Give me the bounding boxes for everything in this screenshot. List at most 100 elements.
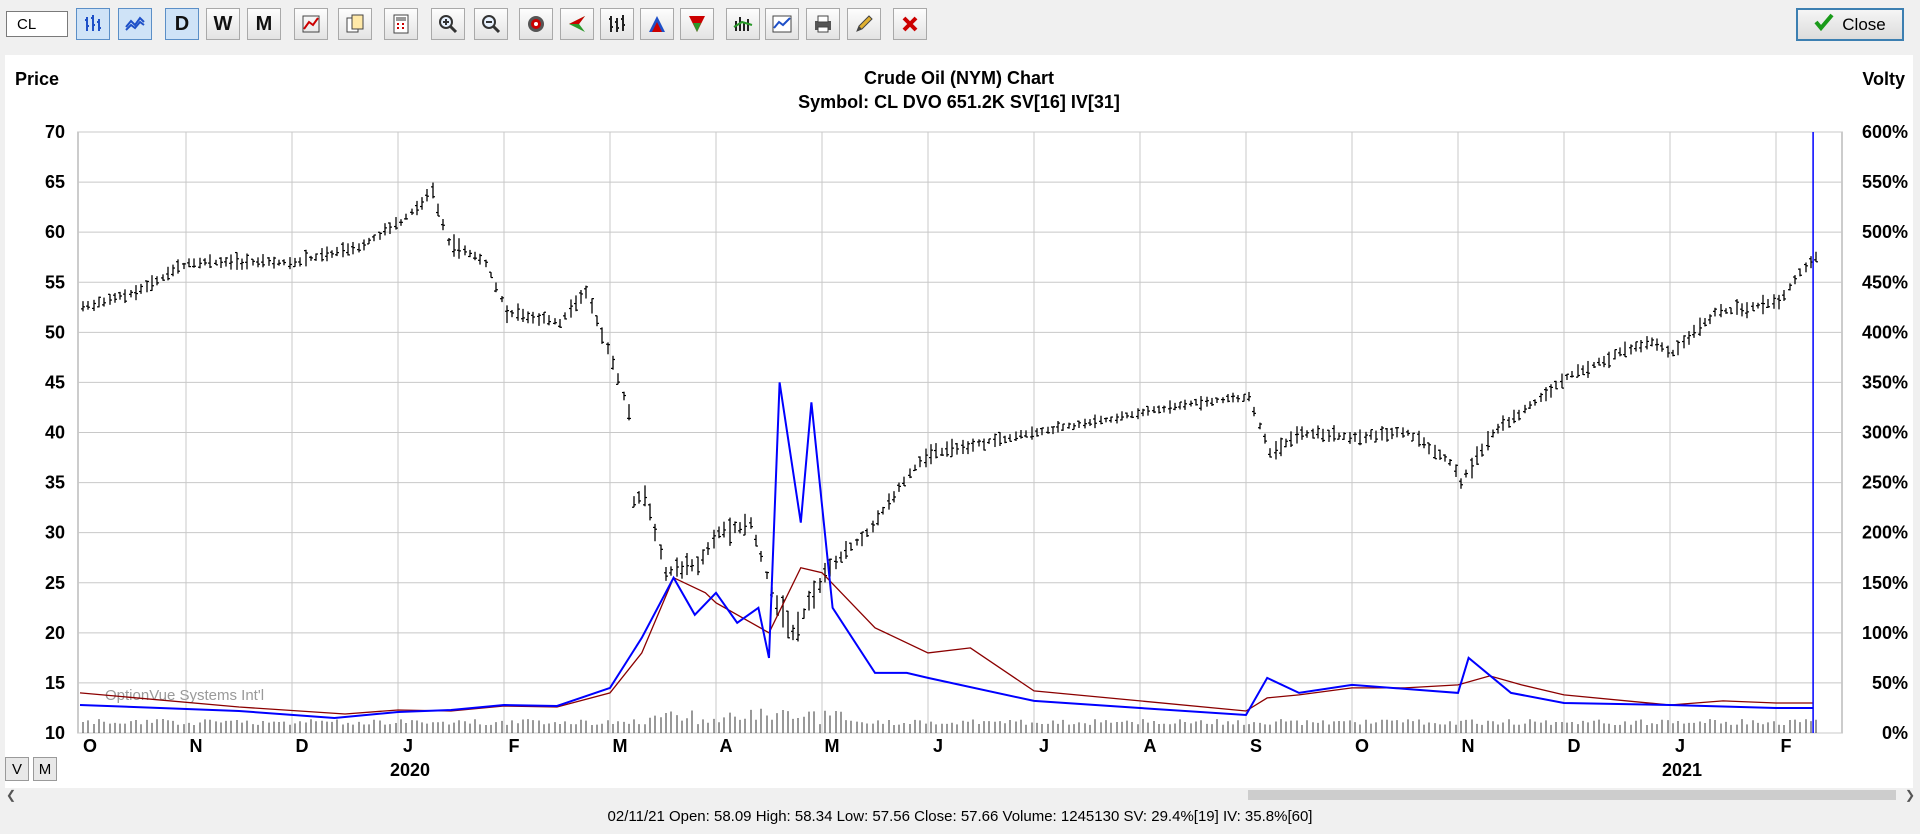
toolbar: DWM Close bbox=[0, 0, 1920, 50]
draw-button[interactable] bbox=[847, 8, 881, 40]
month-label: M bbox=[825, 736, 840, 756]
month-label: S bbox=[1250, 736, 1262, 756]
copy-icon bbox=[346, 14, 364, 33]
study-button[interactable] bbox=[765, 8, 799, 40]
volatility-down-button[interactable] bbox=[680, 8, 714, 40]
volatility-lines-button[interactable] bbox=[118, 8, 152, 40]
month-label: F bbox=[509, 736, 520, 756]
weekly-button-label: W bbox=[213, 12, 233, 35]
y-tick-label: 10 bbox=[45, 723, 65, 743]
month-label: J bbox=[933, 736, 943, 756]
y-tick-label: 65 bbox=[45, 172, 65, 192]
v-toggle-button[interactable]: V bbox=[5, 757, 29, 781]
y2-tick-label: 200% bbox=[1862, 523, 1908, 543]
y2-tick-label: 400% bbox=[1862, 322, 1908, 342]
close-button[interactable]: Close bbox=[1796, 8, 1904, 41]
print-button[interactable] bbox=[806, 8, 840, 40]
triangle-down-icon bbox=[689, 16, 705, 32]
month-label: A bbox=[720, 736, 733, 756]
pencil-icon bbox=[856, 15, 873, 32]
chart-panel: 10 15 20 25 30 35 40 45 50 55 60 65 70 0% 50% 100% 150% 2… bbox=[5, 55, 1913, 788]
hlc-bars-button[interactable] bbox=[600, 8, 634, 40]
chart-title: Crude Oil (NYM) Chart bbox=[864, 68, 1054, 88]
daily-button[interactable]: D bbox=[165, 8, 199, 40]
bar-chart-button[interactable] bbox=[76, 8, 110, 40]
y2-tick-label: 600% bbox=[1862, 122, 1908, 142]
calculator-button[interactable] bbox=[384, 8, 418, 40]
y2-tick-label: 500% bbox=[1862, 222, 1908, 242]
y2-tick-label: 550% bbox=[1862, 172, 1908, 192]
arrow-left-icon bbox=[569, 16, 585, 32]
scrollbar-thumb[interactable] bbox=[1248, 790, 1896, 800]
year-label: 2020 bbox=[390, 760, 430, 780]
month-label: D bbox=[1568, 736, 1581, 756]
month-label: O bbox=[83, 736, 97, 756]
y-tick-label: 30 bbox=[45, 523, 65, 543]
daily-button-label: D bbox=[174, 12, 190, 35]
y-tick-label: 45 bbox=[45, 372, 65, 392]
y-axis-label: Price bbox=[15, 69, 59, 89]
zoom-in-icon bbox=[439, 15, 458, 34]
status-bar: 02/11/21 Open: 58.09 High: 58.34 Low: 57… bbox=[607, 808, 1313, 825]
month-label: J bbox=[1675, 736, 1685, 756]
y2-tick-label: 150% bbox=[1862, 573, 1908, 593]
close-label: Close bbox=[1842, 14, 1886, 34]
copy-button[interactable] bbox=[338, 8, 372, 40]
triangle-up-icon bbox=[649, 16, 665, 32]
zoom-in-button[interactable] bbox=[431, 8, 465, 40]
y2-tick-label: 50% bbox=[1872, 673, 1908, 693]
indicator-icon bbox=[733, 17, 753, 31]
year-label: 2021 bbox=[1662, 760, 1702, 780]
scroll-right-icon[interactable]: ❯ bbox=[1905, 788, 1915, 802]
y2-tick-label: 450% bbox=[1862, 272, 1908, 292]
check-icon bbox=[1814, 13, 1834, 36]
print-icon bbox=[815, 15, 831, 33]
y-tick-label: 60 bbox=[45, 222, 65, 242]
month-label: D bbox=[296, 736, 309, 756]
month-label: M bbox=[613, 736, 628, 756]
y2-axis-label: Volty bbox=[1862, 69, 1905, 89]
y-tick-label: 15 bbox=[45, 673, 65, 693]
watermark: OptionVue Systems Int'l bbox=[105, 687, 264, 704]
y2-tick-label: 350% bbox=[1862, 372, 1908, 392]
symbol-input[interactable] bbox=[6, 11, 68, 37]
month-label: J bbox=[1039, 736, 1049, 756]
calculator-icon bbox=[393, 14, 409, 34]
zoom-out-icon bbox=[482, 15, 501, 34]
target-button[interactable] bbox=[519, 8, 553, 40]
y2-tick-label: 300% bbox=[1862, 423, 1908, 443]
y-tick-label: 70 bbox=[45, 122, 65, 142]
triangle-left-button[interactable] bbox=[560, 8, 594, 40]
zoom-out-button[interactable] bbox=[474, 8, 508, 40]
month-label: A bbox=[1144, 736, 1157, 756]
y-tick-label: 35 bbox=[45, 473, 65, 493]
month-label: F bbox=[1781, 736, 1792, 756]
volatility-up-button[interactable] bbox=[640, 8, 674, 40]
delete-icon bbox=[902, 16, 918, 32]
scroll-left-icon[interactable]: ❮ bbox=[6, 788, 16, 802]
hlc-bars-icon bbox=[609, 15, 625, 32]
month-label: J bbox=[403, 736, 413, 756]
month-label: O bbox=[1355, 736, 1369, 756]
study-icon bbox=[772, 15, 792, 33]
chart-subtitle: Symbol: CL DVO 651.2K SV[16] IV[31] bbox=[798, 92, 1120, 112]
price-chart[interactable]: 10 15 20 25 30 35 40 45 50 55 60 65 70 0% 50% 100% 150% 2… bbox=[5, 55, 1913, 788]
y-tick-label: 20 bbox=[45, 623, 65, 643]
month-label: N bbox=[1462, 736, 1475, 756]
y-tick-label: 40 bbox=[45, 423, 65, 443]
delete-button[interactable] bbox=[893, 8, 927, 40]
bar-chart-icon bbox=[85, 15, 101, 31]
indicator-button[interactable] bbox=[726, 8, 760, 40]
chart-settings-button[interactable] bbox=[294, 8, 328, 40]
y2-tick-label: 100% bbox=[1862, 623, 1908, 643]
y2-tick-label: 0% bbox=[1882, 723, 1908, 743]
monthly-button[interactable]: M bbox=[247, 8, 281, 40]
y-tick-label: 25 bbox=[45, 573, 65, 593]
weekly-button[interactable]: W bbox=[206, 8, 240, 40]
month-label: N bbox=[190, 736, 203, 756]
target-icon bbox=[528, 16, 544, 32]
horizontal-scrollbar[interactable]: ❮ ❯ bbox=[0, 788, 1920, 802]
m-toggle-button[interactable]: M bbox=[33, 757, 57, 781]
y2-tick-label: 250% bbox=[1862, 473, 1908, 493]
chart-settings-icon bbox=[302, 15, 320, 33]
